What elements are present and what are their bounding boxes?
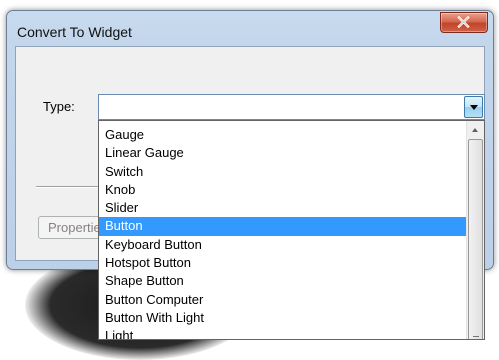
separator-line [36, 186, 104, 188]
dropdown-scrollbar[interactable] [466, 121, 484, 339]
scroll-up-arrow-icon [472, 128, 478, 132]
dropdown-option-hotspot-button[interactable]: Hotspot Button [99, 254, 466, 272]
scrollbar-thumb[interactable] [468, 139, 483, 339]
dropdown-option-switch[interactable]: Switch [99, 163, 466, 181]
scroll-up-button[interactable] [467, 121, 484, 138]
dropdown-option-button-with-light[interactable]: Button With Light [99, 309, 466, 327]
dropdown-option-button[interactable]: Button [99, 217, 466, 236]
grip-line [473, 336, 479, 337]
dropdown-option-linear-gauge[interactable]: Linear Gauge [99, 144, 466, 162]
title-bar[interactable]: Convert To Widget [7, 11, 493, 44]
close-button[interactable] [440, 12, 488, 33]
dialog-title: Convert To Widget [17, 24, 132, 40]
type-dropdown-list[interactable]: Gauge Linear Gauge Switch Knob Slider Button K… [98, 120, 485, 340]
type-label: Type: [43, 99, 75, 114]
dropdown-option-slider[interactable]: Slider [99, 199, 466, 217]
dropdown-option-gauge[interactable]: Gauge [99, 126, 466, 144]
type-options-list: Gauge Linear Gauge Switch Knob Slider Button K… [99, 126, 466, 339]
type-combobox[interactable] [98, 94, 485, 120]
chevron-down-icon [470, 105, 478, 110]
dropdown-option-button-computer[interactable]: Button Computer [99, 291, 466, 309]
dropdown-option-shape-button[interactable]: Shape Button [99, 272, 466, 290]
dropdown-option-light[interactable]: Light [99, 327, 466, 339]
dropdown-option-keyboard-button[interactable]: Keyboard Button [99, 236, 466, 254]
dropdown-option-knob[interactable]: Knob [99, 181, 466, 199]
close-x-icon [457, 16, 470, 28]
type-dropdown-button[interactable] [464, 96, 483, 118]
